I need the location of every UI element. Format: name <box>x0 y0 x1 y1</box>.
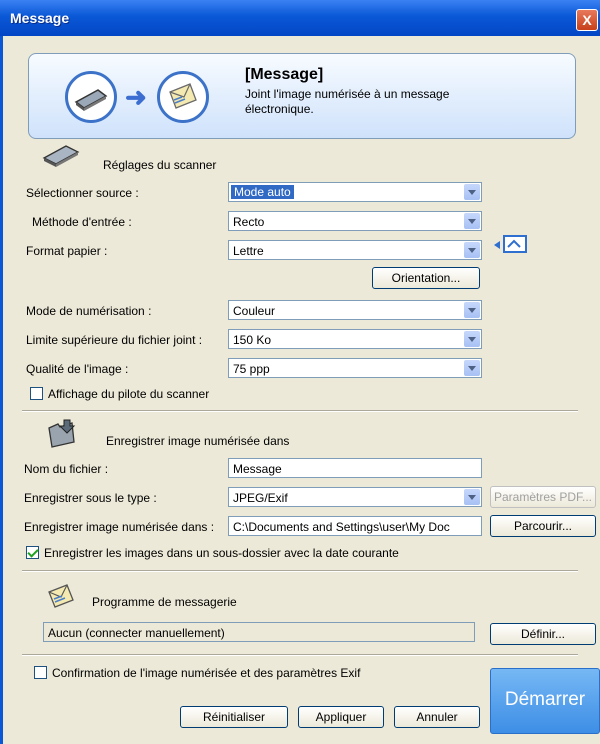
filename-input[interactable]: Message <box>228 458 482 478</box>
define-button[interactable]: Définir... <box>490 623 596 645</box>
pdf-settings-button[interactable]: Paramètres PDF... <box>490 486 596 508</box>
file-type-select[interactable]: JPEG/Exif <box>228 487 482 507</box>
mail-icon <box>157 71 209 123</box>
date-subfolder-checkbox[interactable] <box>26 546 39 559</box>
mail-program-field: Aucun (connecter manuellement) <box>43 622 475 642</box>
chevron-down-icon[interactable] <box>464 489 480 505</box>
image-quality-select[interactable]: 75 ppp <box>228 358 482 378</box>
date-subfolder-label[interactable]: Enregistrer les images dans un sous-doss… <box>44 546 399 560</box>
attachment-limit-label: Limite supérieure du fichier joint : <box>26 333 203 347</box>
divider <box>22 410 578 412</box>
source-value: Mode auto <box>231 185 294 199</box>
divider <box>22 654 578 656</box>
input-method-label: Méthode d'entrée : <box>32 215 132 229</box>
close-button[interactable]: X <box>576 9 598 31</box>
attachment-limit-select[interactable]: 150 Ko <box>228 329 482 349</box>
paper-size-select[interactable]: Lettre <box>228 240 482 260</box>
source-label: Sélectionner source : <box>26 186 139 200</box>
title-bar: Message X <box>0 0 600 36</box>
banner-title: [Message] <box>245 66 324 83</box>
save-path-label: Enregistrer image numérisée dans : <box>24 520 215 534</box>
show-driver-checkbox[interactable] <box>30 387 43 400</box>
chevron-down-icon[interactable] <box>464 360 480 376</box>
chevron-down-icon[interactable] <box>464 184 480 200</box>
cancel-button[interactable]: Annuler <box>394 706 480 728</box>
reset-button[interactable]: Réinitialiser <box>180 706 288 728</box>
paper-size-value: Lettre <box>233 244 264 258</box>
divider <box>22 570 578 572</box>
folder-save-icon <box>46 418 78 453</box>
window-title: Message <box>10 10 70 26</box>
browse-button[interactable]: Parcourir... <box>490 515 596 537</box>
source-select[interactable]: Mode auto <box>228 182 482 202</box>
chevron-down-icon[interactable] <box>464 302 480 318</box>
attachment-limit-value: 150 Ko <box>233 333 272 347</box>
start-button[interactable]: Démarrer <box>490 668 600 734</box>
chevron-down-icon[interactable] <box>464 331 480 347</box>
show-driver-label[interactable]: Affichage du pilote du scanner <box>48 387 209 401</box>
save-path-input[interactable]: C:\Documents and Settings\user\My Doc <box>228 516 482 536</box>
orientation-button[interactable]: Orientation... <box>372 267 480 289</box>
scan-mode-select[interactable]: Couleur <box>228 300 482 320</box>
scanner-icon <box>65 71 117 123</box>
banner: ➜ [Message] Joint l'image numérisée à un… <box>28 53 576 139</box>
image-quality-value: 75 ppp <box>233 362 270 376</box>
paper-size-label: Format papier : <box>26 244 108 258</box>
banner-description: Joint l'image numérisée à un message éle… <box>245 87 450 116</box>
save-settings-title: Enregistrer image numérisée dans <box>106 434 290 448</box>
confirm-scan-label[interactable]: Confirmation de l'image numérisée et des… <box>52 666 360 680</box>
chevron-down-icon[interactable] <box>464 213 480 229</box>
confirm-scan-checkbox[interactable] <box>34 666 47 679</box>
mail-program-title: Programme de messagerie <box>92 595 237 609</box>
scanner-settings-title: Réglages du scanner <box>103 158 217 172</box>
file-type-value: JPEG/Exif <box>233 491 288 505</box>
image-quality-label: Qualité de l'image : <box>26 362 129 376</box>
scanner-icon <box>42 142 82 171</box>
chevron-down-icon[interactable] <box>464 242 480 258</box>
input-method-select[interactable]: Recto <box>228 211 482 231</box>
apply-button[interactable]: Appliquer <box>298 706 384 728</box>
scan-mode-label: Mode de numérisation : <box>26 304 152 318</box>
filename-label: Nom du fichier : <box>24 462 109 476</box>
input-method-value: Recto <box>233 215 265 229</box>
scan-mode-value: Couleur <box>233 304 276 318</box>
orientation-preview-icon <box>492 232 532 258</box>
mail-icon <box>46 582 76 615</box>
arrow-right-icon: ➜ <box>125 82 147 112</box>
file-type-label: Enregistrer sous le type : <box>24 491 157 505</box>
